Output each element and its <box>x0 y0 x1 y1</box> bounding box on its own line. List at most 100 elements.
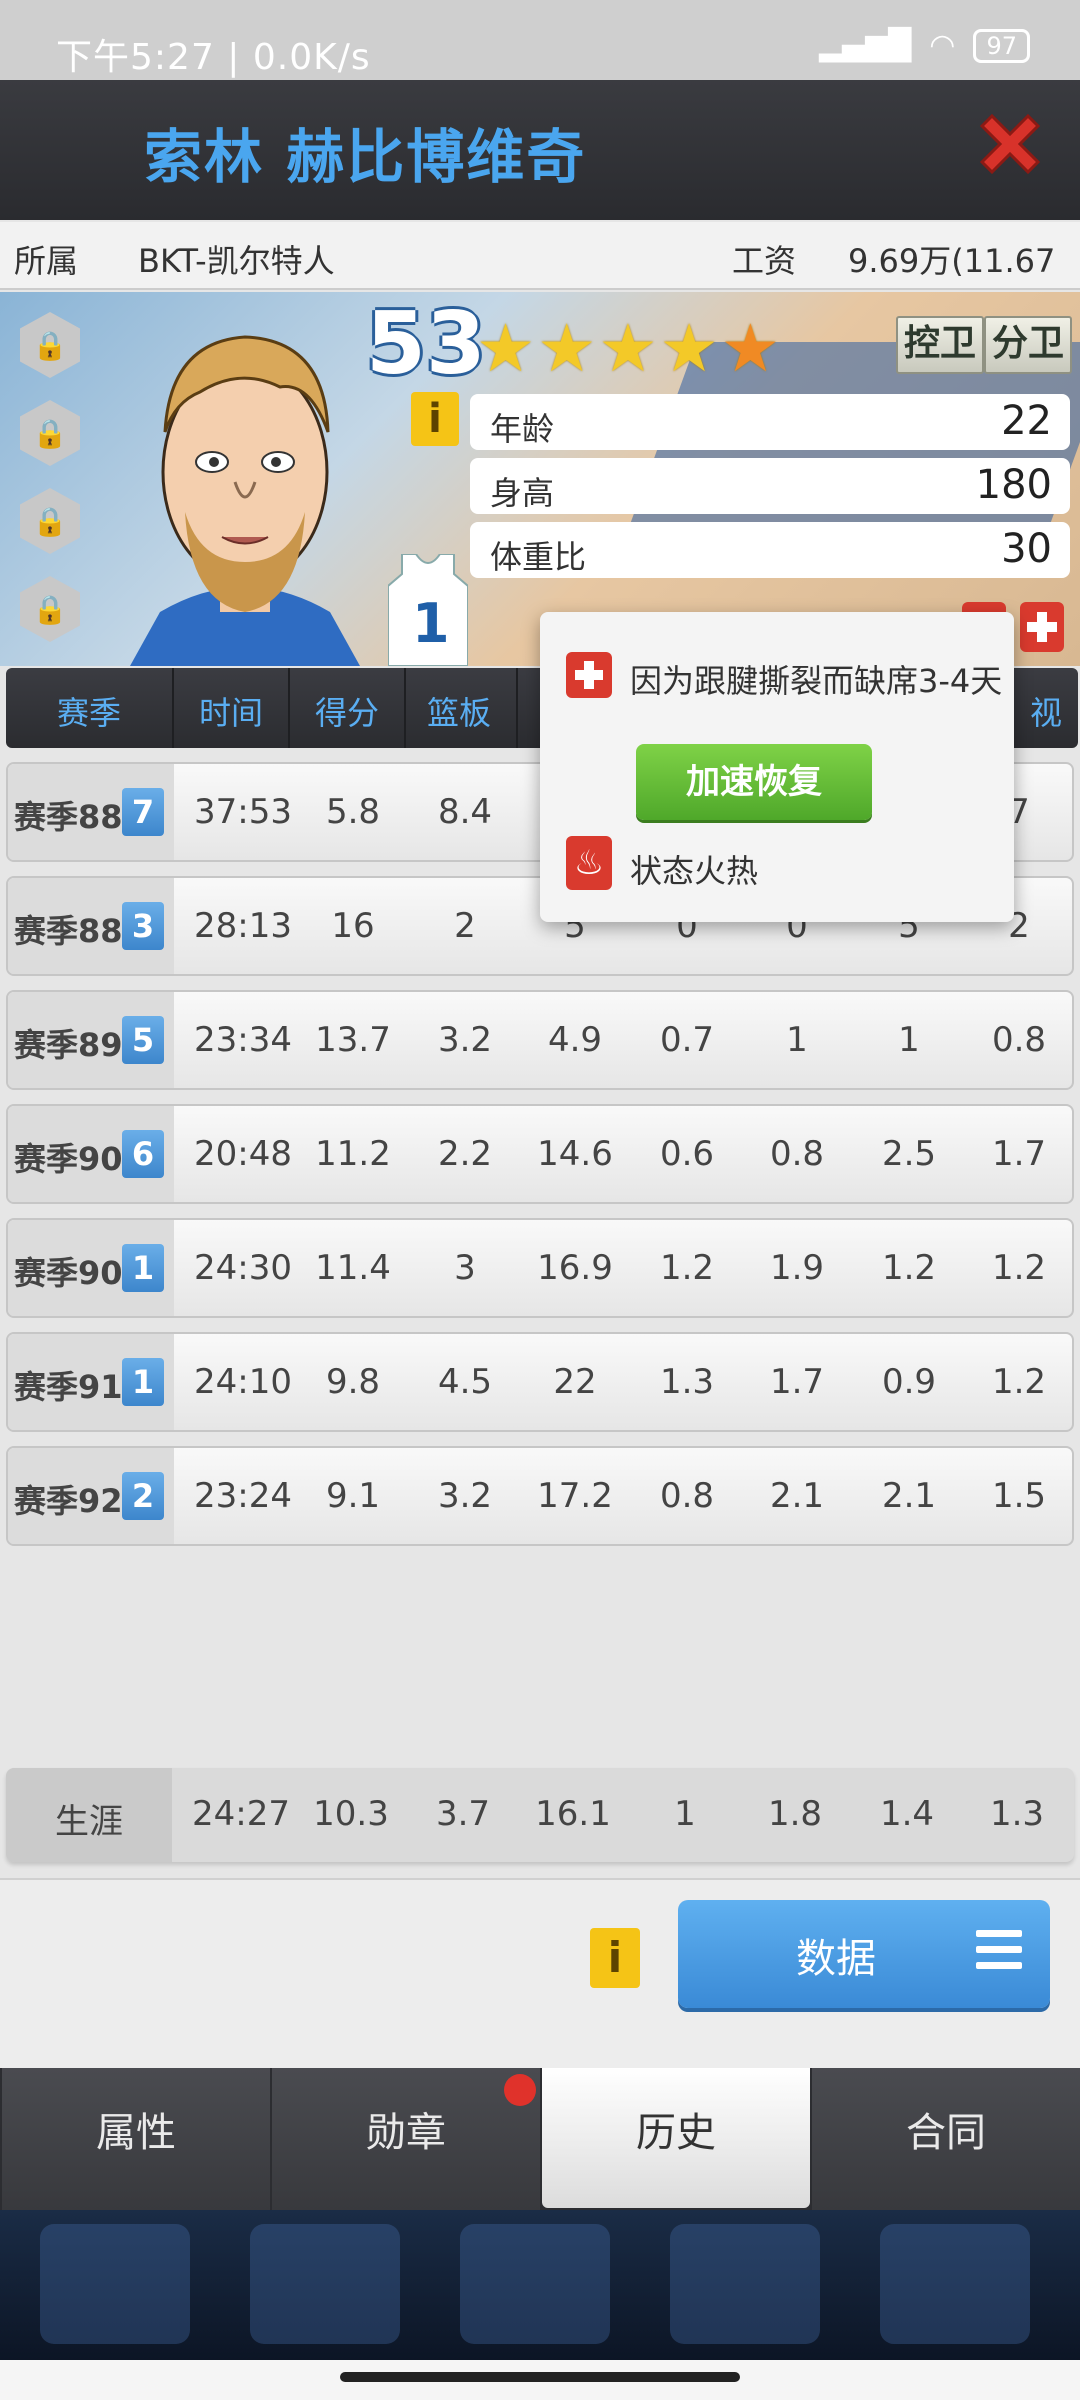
table-cell: 9.1 <box>325 1476 381 1516</box>
table-cell: 0.8 <box>769 1134 825 1174</box>
badge-slots: 🔒 🔒 🔒 🔒 <box>20 312 80 642</box>
table-cell: 17.2 <box>537 1476 613 1516</box>
career-label: 生涯 <box>55 1802 123 1842</box>
injury-text: 因为跟腱撕裂而缺席3-4天 <box>630 662 1003 700</box>
salary-label: 工资 <box>732 242 797 280</box>
lock-icon[interactable]: 🔒 <box>20 312 80 378</box>
table-cell: 1 <box>786 1020 808 1060</box>
table-cell: 22 <box>553 1362 597 1402</box>
attribute-age: 年龄 22 <box>470 394 1070 450</box>
team-salary-row: 所属 BKT-凯尔特人 工资 9.69万(11.67万) <box>0 222 1080 326</box>
col-header-rebounds[interactable]: 篮板 <box>404 688 514 734</box>
table-cell: 16.9 <box>537 1248 613 1288</box>
injury-icon <box>566 652 612 698</box>
player-header: 索林 赫比博维奇 <box>0 80 1080 220</box>
table-cell: 23:34 <box>194 1020 292 1060</box>
col-header-last[interactable]: 视 <box>1016 688 1076 734</box>
attribute-label: 体重比 <box>490 538 587 576</box>
table-cell: 2.1 <box>881 1476 937 1516</box>
season-label: 赛季92 <box>14 1482 123 1520</box>
tab-contract[interactable]: 合同 <box>812 2068 1080 2210</box>
table-row[interactable]: 赛季89 5 23:34 13.7 3.2 4.9 0.7 1 1 0.8 <box>6 990 1074 1090</box>
table-cell: 16 <box>331 906 375 946</box>
attribute-value: 180 <box>975 462 1052 508</box>
col-header-points[interactable]: 得分 <box>292 688 402 734</box>
table-cell: 2.2 <box>437 1134 493 1174</box>
season-label: 赛季88 <box>14 798 123 836</box>
bottom-tabs: 属性 勋章 历史 合同 <box>0 2068 1080 2210</box>
data-button-label: 数据 <box>796 1936 876 1982</box>
menu-icon <box>976 1930 1022 1976</box>
table-row[interactable]: 赛季90 1 24:30 11.4 3 16.9 1.2 1.9 1.2 1.2 <box>6 1218 1074 1318</box>
season-label: 赛季91 <box>14 1368 123 1406</box>
career-cell: 1.8 <box>767 1794 823 1834</box>
table-row[interactable]: 赛季90 6 20:48 11.2 2.2 14.6 0.6 0.8 2.5 1.7 <box>6 1104 1074 1204</box>
tab-attributes[interactable]: 属性 <box>2 2068 270 2210</box>
table-cell: 14.6 <box>537 1134 613 1174</box>
table-cell: 1.2 <box>881 1248 937 1288</box>
career-cell: 1.4 <box>879 1794 935 1834</box>
table-cell: 13.7 <box>315 1020 391 1060</box>
star-icon: ★ <box>598 310 658 387</box>
table-cell: 1.3 <box>659 1362 715 1402</box>
table-cell: 1.7 <box>991 1134 1047 1174</box>
table-row[interactable]: 赛季92 2 23:24 9.1 3.2 17.2 0.8 2.1 2.1 1.5 <box>6 1446 1074 1546</box>
nav-ghost-icon <box>40 2224 190 2344</box>
close-icon <box>979 113 1041 175</box>
table-cell: 11.2 <box>315 1134 391 1174</box>
table-cell: 3.2 <box>437 1476 493 1516</box>
form-status-text: 状态火热 <box>630 852 759 890</box>
status-bar: 下午5:27 | 0.0K/s ▂▄▆█ ◠ 97 <box>0 0 1080 80</box>
lock-icon[interactable]: 🔒 <box>20 576 80 642</box>
table-cell: 8.4 <box>437 792 493 832</box>
table-cell: 1.9 <box>769 1248 825 1288</box>
gesture-handle[interactable] <box>340 2372 740 2382</box>
table-row[interactable]: 赛季91 1 24:10 9.8 4.5 22 1.3 1.7 0.9 1.2 <box>6 1332 1074 1432</box>
star-rating: ★ ★ ★ ★ ★ <box>476 310 780 387</box>
col-header-season[interactable]: 赛季 <box>6 688 172 734</box>
table-cell: 0.9 <box>881 1362 937 1402</box>
table-cell: 1.2 <box>659 1248 715 1288</box>
season-label: 赛季90 <box>14 1140 123 1178</box>
table-cell: 37:53 <box>194 792 292 832</box>
table-cell: 0.6 <box>659 1134 715 1174</box>
attribute-label: 年龄 <box>490 410 555 448</box>
col-header-time[interactable]: 时间 <box>176 688 286 734</box>
table-cell: 1 <box>898 1020 920 1060</box>
table-cell: 0.8 <box>659 1476 715 1516</box>
nav-ghost-icon <box>880 2224 1030 2344</box>
table-cell: 1.7 <box>769 1362 825 1402</box>
season-team-badge: 5 <box>122 1016 164 1064</box>
info-icon[interactable]: i <box>411 392 459 446</box>
info-icon[interactable]: i <box>590 1928 640 1988</box>
table-cell: 24:30 <box>194 1248 292 1288</box>
career-cell: 1 <box>674 1794 696 1834</box>
season-team-badge: 1 <box>122 1358 164 1406</box>
jersey-number: 1 <box>412 592 450 655</box>
career-row: 生涯 24:27 10.3 3.7 16.1 1 1.8 1.4 1.3 <box>6 1768 1074 1862</box>
attribute-label: 身高 <box>490 474 555 512</box>
team-label: 所属 <box>14 242 79 280</box>
fire-icon: ♨ <box>566 836 612 890</box>
tab-history[interactable]: 历史 <box>542 2068 810 2208</box>
medical-icon[interactable] <box>1020 602 1064 652</box>
data-button[interactable]: 数据 <box>678 1900 1050 2008</box>
table-cell: 23:24 <box>194 1476 292 1516</box>
speed-recovery-button[interactable]: 加速恢复 <box>636 744 872 820</box>
lock-icon[interactable]: 🔒 <box>20 400 80 466</box>
game-nav-background <box>0 2210 1080 2360</box>
table-cell: 4.9 <box>547 1020 603 1060</box>
table-cell: 4.5 <box>437 1362 493 1402</box>
lock-icon[interactable]: 🔒 <box>20 488 80 554</box>
table-cell: 1.5 <box>991 1476 1047 1516</box>
attribute-height: 身高 180 <box>470 458 1070 514</box>
nav-ghost-icon <box>460 2224 610 2344</box>
position-badge-sg: 分卫 <box>984 316 1073 374</box>
table-cell: 9.8 <box>325 1362 381 1402</box>
tab-badges[interactable]: 勋章 <box>272 2068 540 2210</box>
table-cell: 5.8 <box>325 792 381 832</box>
close-button[interactable] <box>970 108 1050 188</box>
season-label: 赛季90 <box>14 1254 123 1292</box>
battery-icon: 97 <box>973 28 1030 63</box>
notification-dot <box>504 2074 536 2106</box>
